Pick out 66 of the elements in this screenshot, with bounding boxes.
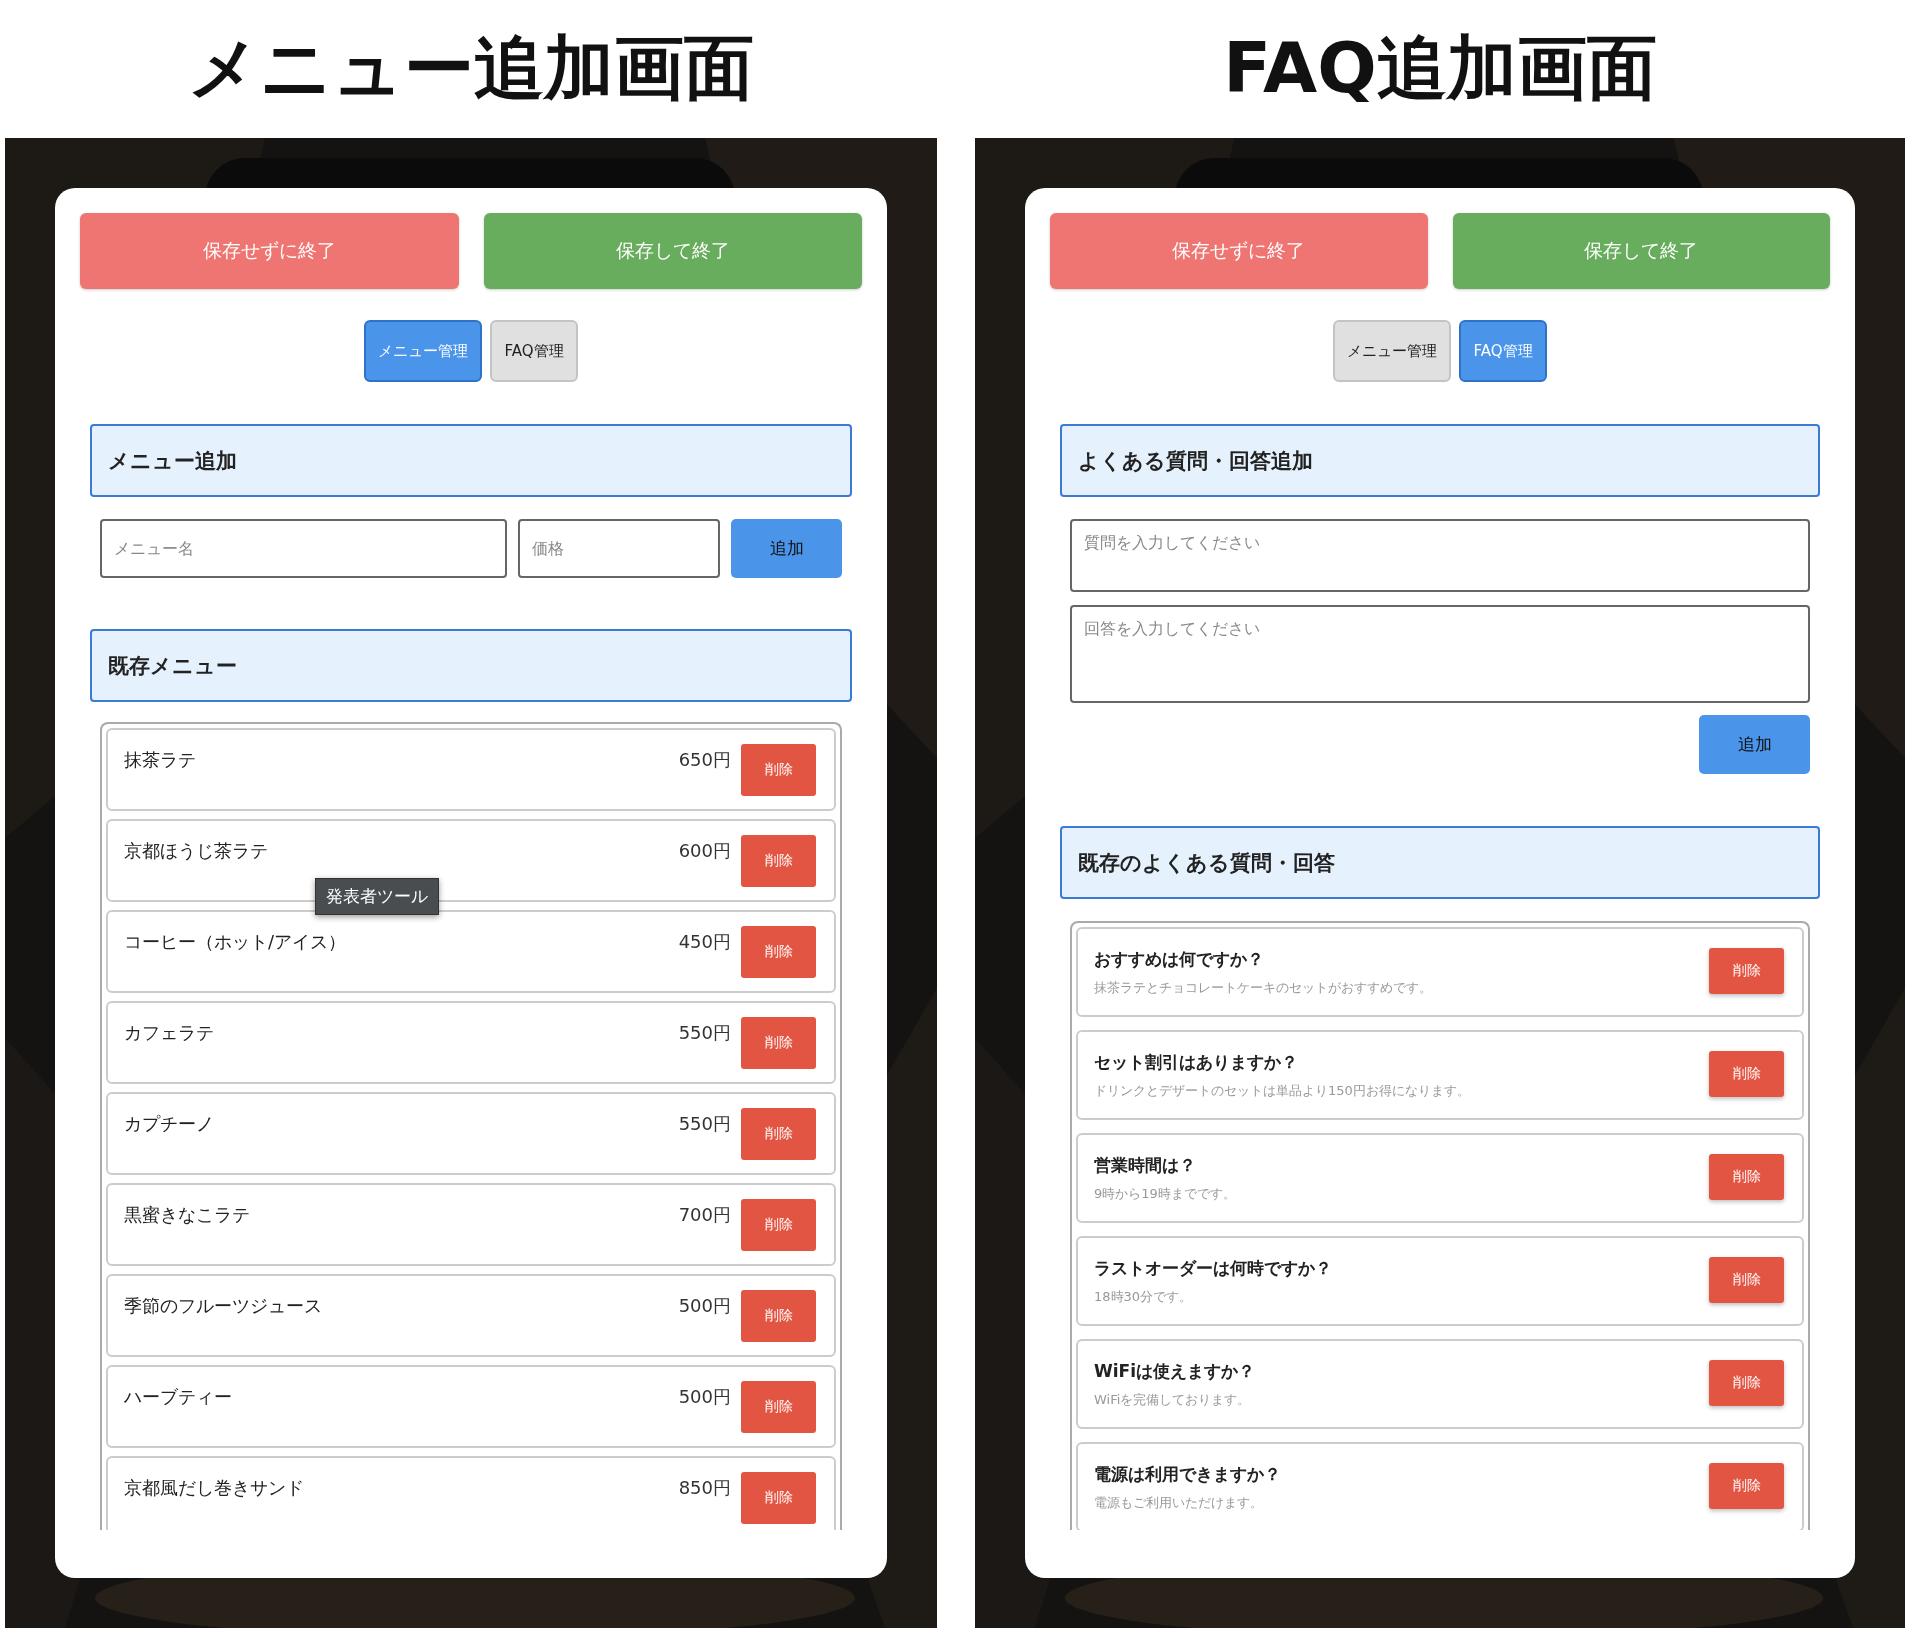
delete-button[interactable]: 削除 [741,926,816,978]
input-field[interactable]: 価格 [518,519,720,578]
add-button[interactable]: 追加 [731,519,842,578]
input-field[interactable]: メニュー名 [100,519,507,578]
text-area[interactable]: 回答を入力してください [1070,605,1810,703]
delete-button[interactable]: 削除 [741,1381,816,1433]
item-name: コーヒー（ホット/アイス） [124,930,348,954]
item-price: 500円 [678,1294,731,1318]
question-text: 電源は利用できますか？ [1094,1463,1282,1486]
answer-text: 電源もご利用いただけます。 [1094,1494,1264,1512]
delete-button[interactable]: 削除 [741,1017,816,1069]
tab[interactable]: FAQ管理 [1459,320,1547,382]
delete-button[interactable]: 削除 [1709,1360,1784,1406]
answer-text: 18時30分です。 [1094,1288,1194,1306]
item-name: 京都風だし巻きサンド [124,1476,305,1500]
item-name: カプチーノ [124,1112,215,1136]
tab[interactable]: メニュー管理 [1333,320,1452,382]
discard-button[interactable]: 保存せずに終了 [1050,213,1428,289]
tooltip: 発表者ツール [315,878,439,915]
item-price: 550円 [678,1112,731,1136]
save-button[interactable]: 保存して終了 [483,213,862,289]
item-price: 450円 [678,930,731,954]
item-name: 黒蜜きなこラテ [124,1203,251,1227]
question-text: セット割引はありますか？ [1094,1051,1299,1074]
item-price: 850円 [678,1476,731,1500]
question-text: WiFiは使えますか？ [1094,1360,1257,1383]
item-price: 650円 [678,748,731,772]
tab[interactable]: FAQ管理 [490,320,578,382]
item-price: 600円 [678,839,731,863]
section-header: 既存のよくある質問・回答 [1060,826,1820,899]
save-button[interactable]: 保存して終了 [1452,213,1830,289]
section-header: メニュー追加 [90,424,852,497]
question-text: ラストオーダーは何時ですか？ [1094,1257,1333,1280]
delete-button[interactable]: 削除 [1709,1154,1784,1200]
text-area[interactable]: 質問を入力してください [1070,519,1810,592]
delete-button[interactable]: 削除 [1709,1051,1784,1097]
item-name: ハーブティー [124,1385,233,1409]
delete-button[interactable]: 削除 [1709,1463,1784,1509]
delete-button[interactable]: 削除 [741,1108,816,1160]
screen-title: メニュー追加画面 [188,26,754,111]
question-text: 営業時間は？ [1094,1154,1197,1177]
screen-title: FAQ追加画面 [1223,26,1657,111]
delete-button[interactable]: 削除 [1709,948,1784,994]
question-text: おすすめは何ですか？ [1094,948,1265,971]
item-name: カフェラテ [124,1021,215,1045]
discard-button[interactable]: 保存せずに終了 [80,213,459,289]
tab[interactable]: メニュー管理 [364,320,483,382]
answer-text: 9時から19時までです。 [1094,1185,1237,1203]
delete-button[interactable]: 削除 [741,1472,816,1524]
delete-button[interactable]: 削除 [741,744,816,796]
section-header: 既存メニュー [90,629,852,702]
item-name: 抹茶ラテ [124,748,197,772]
delete-button[interactable]: 削除 [1709,1257,1784,1303]
delete-button[interactable]: 削除 [741,1290,816,1342]
item-price: 500円 [678,1385,731,1409]
section-header: よくある質問・回答追加 [1060,424,1820,497]
answer-text: WiFiを完備しております。 [1094,1391,1252,1409]
item-price: 550円 [678,1021,731,1045]
item-price: 700円 [678,1203,731,1227]
answer-text: ドリンクとデザートのセットは単品より150円お得になります。 [1094,1082,1471,1100]
item-name: 京都ほうじ茶ラテ [124,839,269,863]
delete-button[interactable]: 削除 [741,1199,816,1251]
add-button[interactable]: 追加 [1699,715,1810,774]
answer-text: 抹茶ラテとチョコレートケーキのセットがおすすめです。 [1094,979,1433,997]
delete-button[interactable]: 削除 [741,835,816,887]
item-name: 季節のフルーツジュース [124,1294,323,1318]
